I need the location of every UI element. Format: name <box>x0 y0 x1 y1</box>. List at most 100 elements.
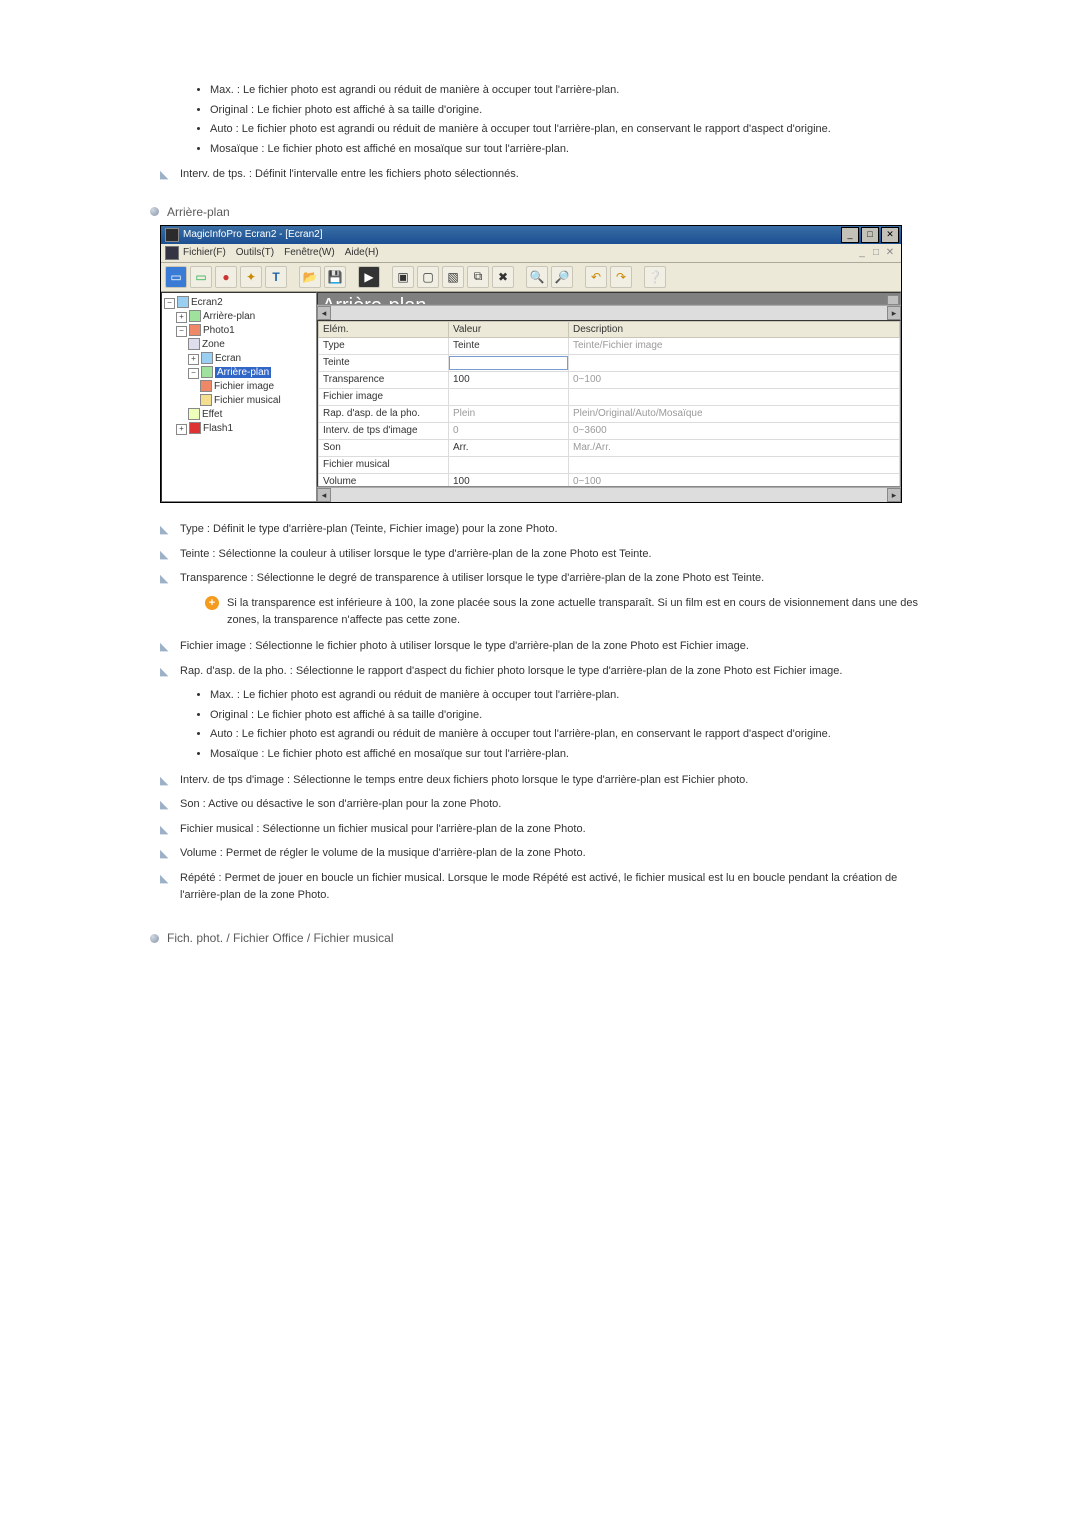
props-col-valeur[interactable]: Valeur <box>449 321 569 337</box>
prop-elem: Type <box>319 337 449 354</box>
tree-panel[interactable]: −Ecran2 +Arrière-plan −Photo1 Zone +Ecra… <box>161 292 317 502</box>
mdi-doc-icon[interactable] <box>165 246 179 260</box>
tool-monitor-icon[interactable]: ▭ <box>190 266 212 288</box>
top-sub-list: Max. : Le fichier photo est agrandi ou r… <box>210 82 930 158</box>
tree-bg2-selected[interactable]: Arrière-plan <box>215 367 271 378</box>
list-item: Mosaïque : Le fichier photo est affiché … <box>210 141 930 159</box>
close-button[interactable]: ✕ <box>881 227 899 243</box>
menu-file[interactable]: Fichier(F) <box>183 247 226 258</box>
prop-value[interactable]: 100 <box>449 371 569 388</box>
scroll-left-icon[interactable]: ◂ <box>317 306 331 320</box>
tool-open-icon[interactable]: 📂 <box>299 266 321 288</box>
title-bar[interactable]: MagicInfoPro Ecran2 - [Ecran2] _ □ ✕ <box>161 226 901 244</box>
scroll-right-icon[interactable]: ▸ <box>887 488 901 502</box>
prop-value[interactable] <box>449 388 569 405</box>
tool-play-icon[interactable]: ▶ <box>358 266 380 288</box>
prop-value[interactable]: 0 <box>449 422 569 439</box>
item-transparence: Transparence : Sélectionne le degré de t… <box>180 570 930 588</box>
tool-zoom-fit-icon[interactable]: 🔍 <box>526 266 548 288</box>
item-son: Son : Active ou désactive le son d'arriè… <box>180 796 930 814</box>
canvas-hscrollbar[interactable]: ◂ ▸ <box>317 305 901 320</box>
tool-redo-icon[interactable]: ↷ <box>610 266 632 288</box>
mdi-minimize-button[interactable]: _ <box>855 247 869 258</box>
section-dot-icon <box>150 934 159 943</box>
prop-value-color[interactable] <box>449 354 569 371</box>
prop-elem: Fichier image <box>319 388 449 405</box>
prop-value[interactable]: Plein <box>449 405 569 422</box>
list-item: Original : Le fichier photo est affiché … <box>210 102 930 120</box>
props-col-desc[interactable]: Description <box>569 321 900 337</box>
tool-help-icon[interactable]: ❔ <box>644 266 666 288</box>
list-item: Max. : Le fichier photo est agrandi ou r… <box>210 82 930 100</box>
tree-effet[interactable]: Effet <box>202 409 222 420</box>
prop-desc: 0~3600 <box>569 422 900 439</box>
prop-desc: 0~100 <box>569 473 900 487</box>
section-dot-icon <box>150 207 159 216</box>
bullet-arrow-icon: ◣ <box>160 663 180 682</box>
rap-sub-list: Max. : Le fichier photo est agrandi ou r… <box>210 687 930 763</box>
props-hscrollbar[interactable]: ◂ ▸ <box>317 487 901 502</box>
bullet-arrow-icon: ◣ <box>160 166 180 185</box>
bullet-arrow-icon: ◣ <box>160 821 180 840</box>
scroll-left-icon[interactable]: ◂ <box>317 488 331 502</box>
tool-copy-icon[interactable]: ⧉ <box>467 266 489 288</box>
design-canvas[interactable]: Arrière-plan Photo1 Flash1 <box>317 292 901 305</box>
app-window: MagicInfoPro Ecran2 - [Ecran2] _ □ ✕ Fic… <box>160 225 902 503</box>
tool-screen-icon[interactable]: ▭ <box>165 266 187 288</box>
prop-value[interactable]: Teinte <box>449 337 569 354</box>
tool-forward-icon[interactable]: ▧ <box>442 266 464 288</box>
tree-zone[interactable]: Zone <box>202 339 225 350</box>
menu-help[interactable]: Aide(H) <box>345 247 379 258</box>
prop-desc: 0~100 <box>569 371 900 388</box>
mdi-restore-button[interactable]: □ <box>869 247 883 258</box>
window-title: MagicInfoPro Ecran2 - [Ecran2] <box>183 229 841 240</box>
tool-send-back-icon[interactable]: ▢ <box>417 266 439 288</box>
tool-text-icon[interactable]: T <box>265 266 287 288</box>
list-item: Mosaïque : Le fichier photo est affiché … <box>210 746 930 764</box>
scroll-right-icon[interactable]: ▸ <box>887 306 901 320</box>
maximize-button[interactable]: □ <box>861 227 879 243</box>
tool-globe-icon[interactable]: ● <box>215 266 237 288</box>
bullet-arrow-icon: ◣ <box>160 772 180 791</box>
item-fichier-image: Fichier image : Sélectionne le fichier p… <box>180 638 930 656</box>
tool-zoom-in-icon[interactable]: 🔎 <box>551 266 573 288</box>
tool-save-icon[interactable]: 💾 <box>324 266 346 288</box>
tree-bg1[interactable]: Arrière-plan <box>203 311 255 322</box>
tree-photo1[interactable]: Photo1 <box>203 325 235 336</box>
tree-ecran[interactable]: Ecran <box>215 353 241 364</box>
prop-elem: Rap. d'asp. de la pho. <box>319 405 449 422</box>
tool-bring-front-icon[interactable]: ▣ <box>392 266 414 288</box>
menu-tools[interactable]: Outils(T) <box>236 247 274 258</box>
section-title-arriere-plan: Arrière-plan <box>167 205 230 219</box>
bullet-arrow-icon: ◣ <box>160 870 180 889</box>
item-repete: Répété : Permet de jouer en boucle un fi… <box>180 870 930 905</box>
minimize-button[interactable]: _ <box>841 227 859 243</box>
bullet-arrow-icon: ◣ <box>160 546 180 565</box>
prop-value[interactable]: Arr. <box>449 439 569 456</box>
tool-puzzle-icon[interactable]: ✦ <box>240 266 262 288</box>
item-interv-tps: Interv. de tps. : Définit l'intervalle e… <box>180 166 930 184</box>
tool-undo-icon[interactable]: ↶ <box>585 266 607 288</box>
prop-desc: Teinte/Fichier image <box>569 337 900 354</box>
tree-root[interactable]: Ecran2 <box>191 297 223 308</box>
prop-desc: Plein/Original/Auto/Mosaïque <box>569 405 900 422</box>
toolbar: ▭ ▭ ● ✦ T 📂 💾 ▶ ▣ ▢ ▧ ⧉ ✖ 🔍 🔎 ↶ ↷ ❔ <box>161 263 901 292</box>
menu-window[interactable]: Fenêtre(W) <box>284 247 335 258</box>
tree-fichier-image[interactable]: Fichier image <box>214 381 274 392</box>
bullet-arrow-icon: ◣ <box>160 570 180 589</box>
item-fichier-musical: Fichier musical : Sélectionne un fichier… <box>180 821 930 839</box>
list-item: Auto : Le fichier photo est agrandi ou r… <box>210 121 930 139</box>
tree-fichier-musical[interactable]: Fichier musical <box>214 395 281 406</box>
bullet-arrow-icon: ◣ <box>160 845 180 864</box>
item-teinte: Teinte : Sélectionne la couleur à utilis… <box>180 546 930 564</box>
prop-value[interactable] <box>449 456 569 473</box>
tool-delete-icon[interactable]: ✖ <box>492 266 514 288</box>
prop-elem: Fichier musical <box>319 456 449 473</box>
section-title-fich-phot: Fich. phot. / Fichier Office / Fichier m… <box>167 931 394 945</box>
prop-value[interactable]: 100 <box>449 473 569 487</box>
bullet-arrow-icon: ◣ <box>160 521 180 540</box>
tree-flash1[interactable]: Flash1 <box>203 423 233 434</box>
canvas-bg-label: Arrière-plan <box>322 295 426 305</box>
props-col-elem[interactable]: Elém. <box>319 321 449 337</box>
mdi-close-button[interactable]: ✕ <box>883 247 897 258</box>
